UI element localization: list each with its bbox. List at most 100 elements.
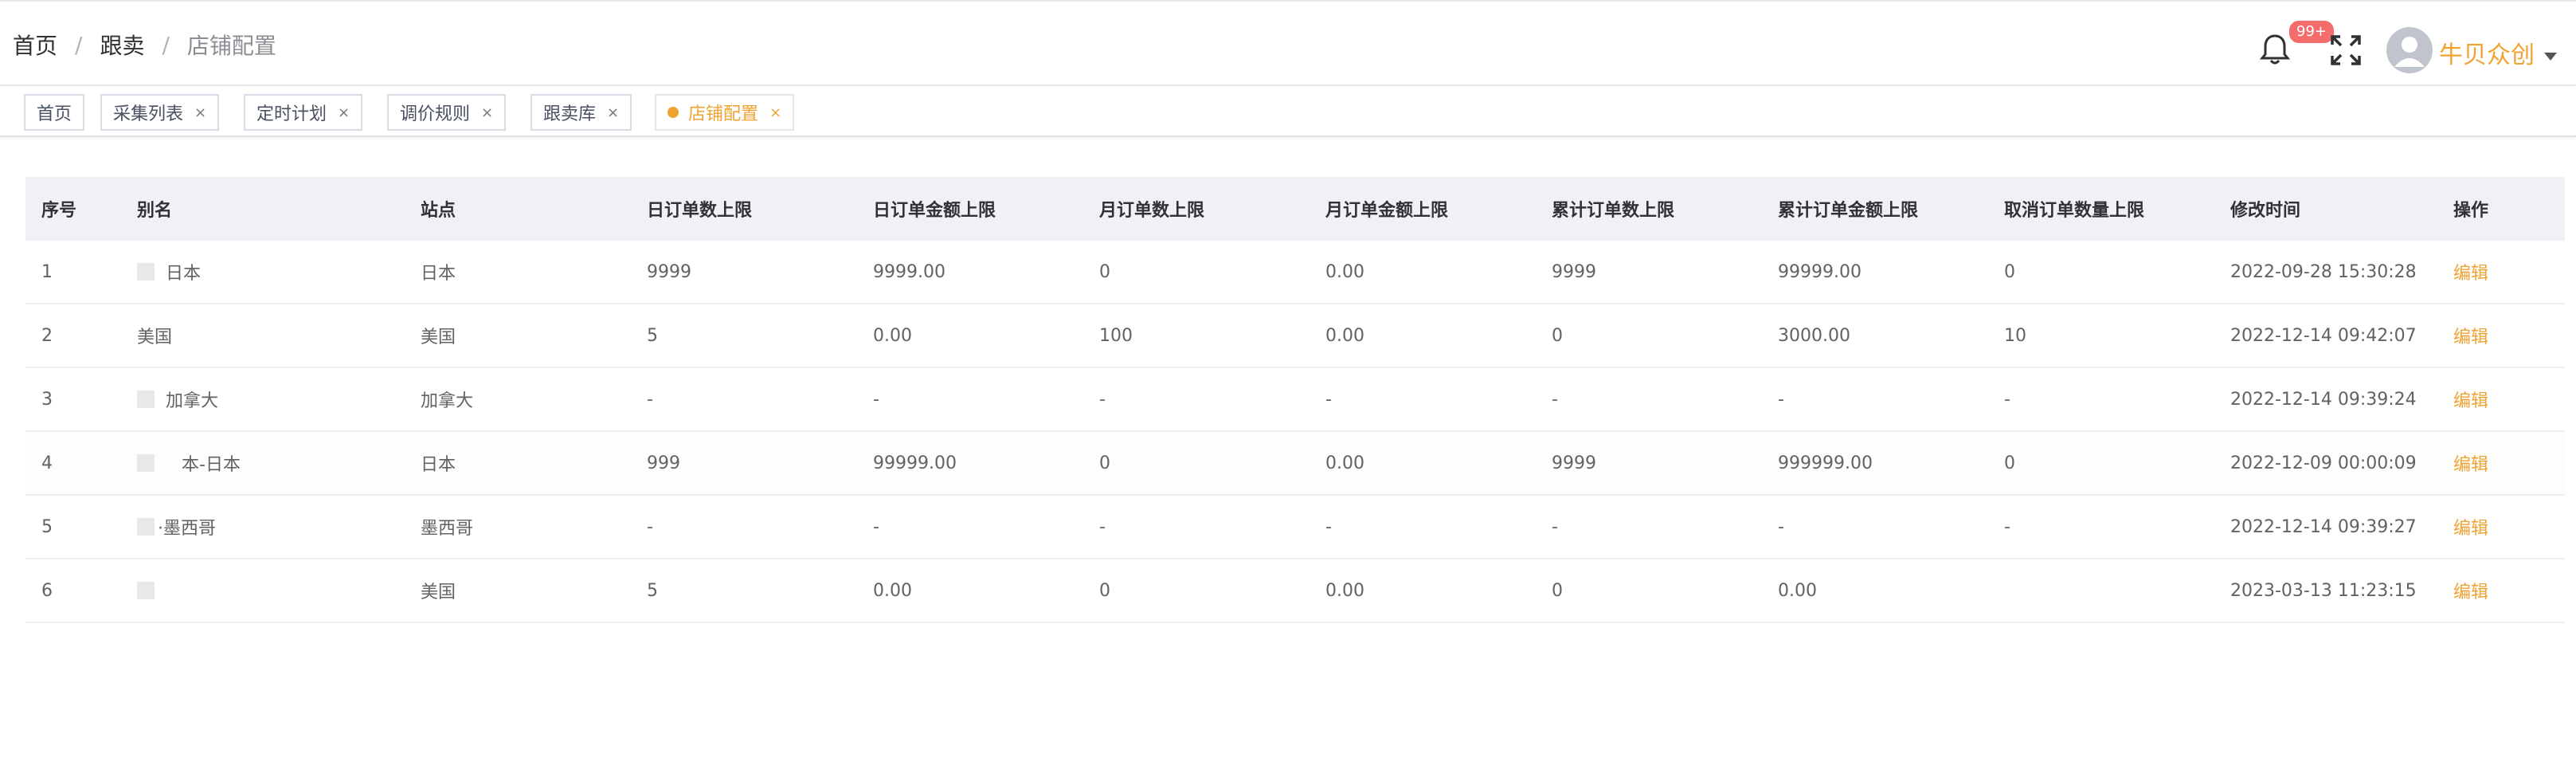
edit-link[interactable]: 编辑 [2453,264,2488,284]
site-cell: 日本 [421,264,456,284]
column-header: 站点 [421,201,456,221]
tag-pricing-rules[interactable]: 调价规则 × [387,94,507,131]
breadcrumb-follow-sell[interactable]: 跟卖 [100,29,144,61]
bell-icon[interactable] [2257,32,2292,67]
edit-link[interactable]: 编辑 [2453,328,2488,347]
column-header: 日订单金额上限 [873,201,996,221]
modified-time-cell: 2022-12-09 00:00:09 [2230,453,2417,473]
monthly-order-count-cell: 0 [1099,261,1110,282]
alias-text: 加拿大 [166,391,219,411]
monthly-order-amount-cell: - [1325,389,1332,410]
modified-time-cell: 2022-12-14 09:42:07 [2230,325,2417,346]
tag-collection-list[interactable]: 采集列表 × [100,94,220,131]
total-order-amount-cell: 3000.00 [1778,325,1850,346]
daily-order-amount-cell: - [873,389,879,410]
avatar[interactable] [2386,27,2433,73]
cancel-order-count-cell: 10 [2004,325,2026,346]
close-icon[interactable]: × [769,104,781,121]
redacted-block [137,454,155,472]
tag-scheduled-plan[interactable]: 定时计划 × [244,94,363,131]
column-header: 月订单金额上限 [1325,201,1449,221]
total-order-count-cell: 0 [1552,580,1563,601]
monthly-order-amount-cell: 0.00 [1325,261,1364,282]
row-index: 3 [41,389,53,410]
daily-order-count-cell: 5 [647,580,658,601]
site-cell: 美国 [421,328,456,347]
breadcrumb: 首页 / 跟卖 / 店铺配置 [13,29,276,61]
breadcrumb-separator: / [75,31,83,58]
row-index: 4 [41,453,53,473]
tag-store-config[interactable]: 店铺配置 × [655,94,795,131]
edit-link[interactable]: 编辑 [2453,391,2488,411]
daily-order-count-cell: - [647,516,653,537]
breadcrumb-current: 店铺配置 [186,33,276,59]
cancel-order-count-cell: 0 [2004,453,2015,473]
column-header: 累计订单数上限 [1552,201,1675,221]
monthly-order-count-cell: 0 [1099,580,1110,601]
column-header: 修改时间 [2230,201,2301,221]
chevron-down-icon[interactable] [2544,53,2557,61]
total-order-count-cell: 9999 [1552,453,1596,473]
column-header: 日订单数上限 [647,201,753,221]
column-header: 序号 [41,201,77,221]
row-index: 1 [41,261,53,282]
table-row: 5 ·墨西哥 墨西哥 - - - - - - - 2022-12-14 09:3… [25,496,2565,559]
close-icon[interactable]: × [607,104,619,121]
total-order-amount-cell: 999999.00 [1778,453,1873,473]
daily-order-amount-cell: 0.00 [873,580,912,601]
cancel-order-count-cell: - [2004,389,2010,410]
edit-link[interactable]: 编辑 [2453,583,2488,602]
top-border [0,0,2576,6]
monthly-order-amount-cell: 0.00 [1325,453,1364,473]
daily-order-count-cell: - [647,389,653,410]
daily-order-amount-cell: 9999.00 [873,261,945,282]
alias-text: 日本 [166,264,202,284]
alias-text: 本-日本 [182,455,241,475]
alias-cell [121,582,405,599]
redacted-block [137,518,155,536]
modified-time-cell: 2022-12-14 09:39:27 [2230,516,2417,537]
tag-follow-sell-library[interactable]: 跟卖库 × [530,94,632,131]
close-icon[interactable]: × [194,104,206,121]
monthly-order-count-cell: 0 [1099,453,1110,473]
total-order-amount-cell: - [1778,389,1784,410]
column-header: 别名 [137,201,173,221]
close-icon[interactable]: × [481,104,493,121]
table-row: 3 加拿大 加拿大 - - - - - - - 2022-12-14 09:39… [25,368,2565,432]
edit-link[interactable]: 编辑 [2453,519,2488,539]
close-icon[interactable]: × [338,104,350,121]
breadcrumb-home[interactable]: 首页 [13,29,57,61]
row-index: 6 [41,580,53,601]
daily-order-amount-cell: 0.00 [873,325,912,346]
tag-label: 调价规则 [400,104,471,124]
monthly-order-count-cell: 100 [1099,325,1133,346]
edit-link[interactable]: 编辑 [2453,455,2488,475]
username[interactable]: 牛贝众创 [2439,35,2535,70]
column-header: 月订单数上限 [1099,201,1205,221]
total-order-amount-cell: 0.00 [1778,580,1817,601]
redacted-block [137,263,155,281]
modified-time-cell: 2022-09-28 15:30:28 [2230,261,2417,282]
alias-cell: ·墨西哥 [121,514,405,540]
notification-badge: 99+ [2288,19,2335,45]
modified-time-cell: 2022-12-14 09:39:24 [2230,389,2417,410]
alias-cell: 本-日本 [121,450,405,476]
monthly-order-amount-cell: - [1325,516,1332,537]
column-header: 取消订单数量上限 [2004,201,2145,221]
tag-label: 定时计划 [256,104,327,124]
fullscreen-icon[interactable] [2329,33,2363,67]
breadcrumb-separator: / [162,31,170,58]
monthly-order-amount-cell: 0.00 [1325,580,1364,601]
store-config-table: 序号 别名 站点 日订单数上限 日订单金额上限 月订单数上限 月订单金额上限 累… [25,177,2565,623]
site-cell: 日本 [421,455,456,475]
tag-label: 采集列表 [113,104,184,124]
row-index: 5 [41,516,53,537]
daily-order-amount-cell: 99999.00 [873,453,957,473]
daily-order-count-cell: 9999 [647,261,691,282]
total-order-count-cell: - [1552,389,1558,410]
table-row: 4 本-日本 日本 999 99999.00 0 0.00 9999 99999… [25,432,2565,496]
site-cell: 墨西哥 [421,519,474,539]
tag-home[interactable]: 首页 [24,94,85,131]
table-row: 6 美国 5 0.00 0 0.00 0 0.00 2023-03-13 11:… [25,559,2565,623]
monthly-order-amount-cell: 0.00 [1325,325,1364,346]
